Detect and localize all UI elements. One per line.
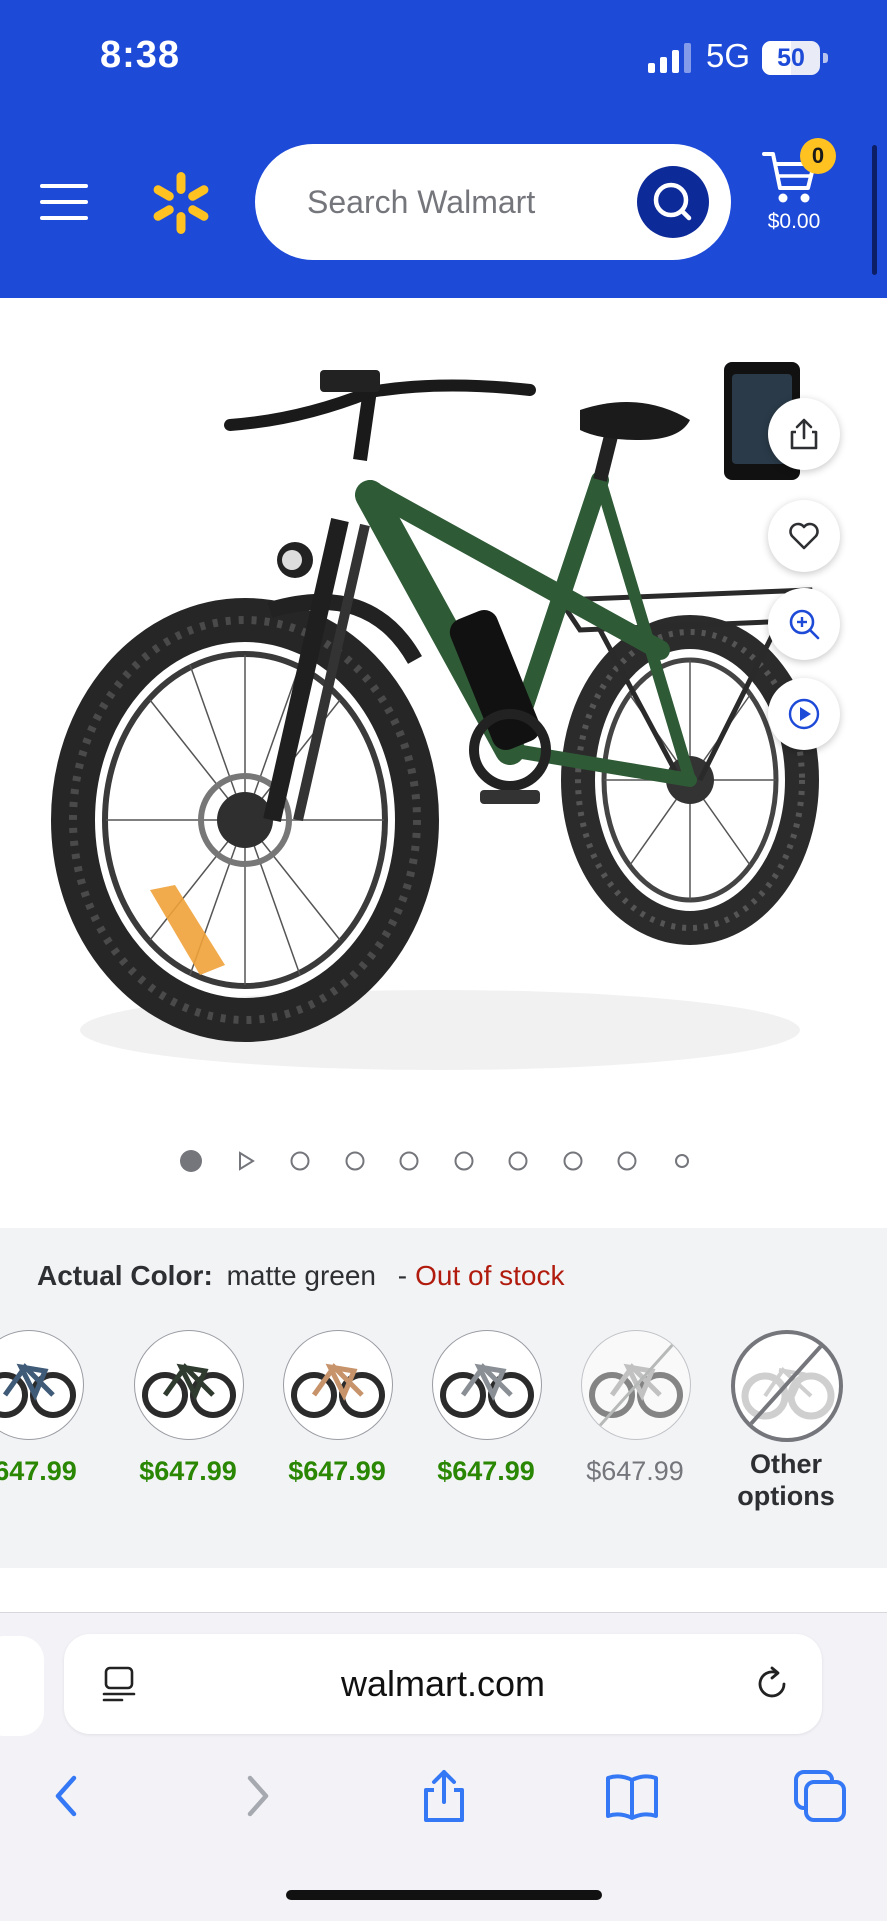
- swatch-price: $647.99: [437, 1456, 535, 1486]
- home-indicator: [286, 1890, 602, 1900]
- play-icon: [788, 698, 820, 730]
- address-bar[interactable]: walmart.com: [64, 1634, 822, 1734]
- carousel-video-indicator[interactable]: [235, 1150, 257, 1172]
- zoom-button[interactable]: [768, 588, 840, 660]
- carousel-dot[interactable]: [562, 1150, 584, 1172]
- heart-icon: [789, 522, 819, 550]
- favorite-button[interactable]: [768, 500, 840, 572]
- stock-status: Out of stock: [415, 1260, 565, 1291]
- front-wheel: [51, 598, 439, 1042]
- reload-icon[interactable]: [752, 1664, 792, 1704]
- color-swatch[interactable]: [581, 1330, 691, 1440]
- search-icon: [653, 182, 692, 221]
- other-options-swatch[interactable]: [731, 1330, 843, 1442]
- color-label: Actual Color:: [37, 1260, 213, 1291]
- carousel-dot[interactable]: [344, 1150, 366, 1172]
- search-button[interactable]: [637, 166, 709, 238]
- bookmarks-icon[interactable]: [602, 1766, 662, 1826]
- other-options-line1: Other: [749, 1449, 822, 1479]
- carousel-dot[interactable]: [453, 1150, 475, 1172]
- network-type: 5G: [706, 37, 751, 74]
- cart-total: $0.00: [767, 210, 821, 233]
- color-swatch[interactable]: [283, 1330, 393, 1440]
- color-swatch[interactable]: [0, 1330, 84, 1440]
- separator: -: [397, 1260, 408, 1291]
- carousel-dot-active[interactable]: [180, 1150, 202, 1172]
- hamburger-menu-icon[interactable]: [36, 180, 92, 224]
- swatch-price: $647.99: [288, 1456, 386, 1486]
- carousel-dot[interactable]: [398, 1150, 420, 1172]
- cellular-signal-icon: [648, 43, 691, 73]
- carousel-dot[interactable]: [671, 1150, 693, 1172]
- color-swatch[interactable]: [432, 1330, 542, 1440]
- url-text: walmart.com: [340, 1663, 546, 1704]
- swatch-price: $647.99: [0, 1456, 77, 1486]
- color-swatch[interactable]: [134, 1330, 244, 1440]
- previous-tab-peek[interactable]: [0, 1636, 44, 1736]
- bike-thumbnail-icon: [142, 1363, 236, 1418]
- swatch-price: $647.99: [586, 1456, 684, 1486]
- image-carousel-dots: [180, 1150, 700, 1180]
- video-button[interactable]: [768, 678, 840, 750]
- battery-level: 50: [777, 44, 805, 72]
- other-options-line2: options: [737, 1481, 835, 1511]
- back-icon[interactable]: [38, 1766, 98, 1826]
- carousel-dot[interactable]: [616, 1150, 638, 1172]
- zoom-in-icon: [789, 609, 820, 640]
- carousel-dot[interactable]: [289, 1150, 311, 1172]
- search-input[interactable]: [307, 180, 607, 224]
- color-selection-line: Actual Color: matte green - Out of stock: [37, 1260, 565, 1292]
- cart-button[interactable]: 0 $0.00: [760, 138, 836, 238]
- bike-thumbnail-icon: [440, 1363, 534, 1418]
- bike-thumbnail-icon: [291, 1363, 385, 1418]
- bike-thumbnail-icon: [0, 1363, 76, 1418]
- other-options-label[interactable]: Other options: [706, 1448, 866, 1512]
- share-icon[interactable]: [414, 1766, 474, 1826]
- battery-icon: 50: [762, 41, 828, 75]
- status-time: 8:38: [100, 34, 181, 76]
- share-icon: [790, 418, 818, 450]
- carousel-dot[interactable]: [507, 1150, 529, 1172]
- search-bar: [255, 144, 731, 260]
- walmart-spark-icon[interactable]: [148, 170, 214, 236]
- share-button[interactable]: [768, 398, 840, 470]
- tabs-icon[interactable]: [790, 1766, 850, 1826]
- color-value: matte green: [226, 1260, 376, 1291]
- swatch-price: $647.99: [139, 1456, 237, 1486]
- forward-icon[interactable]: [226, 1766, 286, 1826]
- cart-count-badge: 0: [800, 138, 836, 174]
- scrollbar[interactable]: [872, 145, 877, 275]
- product-image[interactable]: [40, 330, 840, 1110]
